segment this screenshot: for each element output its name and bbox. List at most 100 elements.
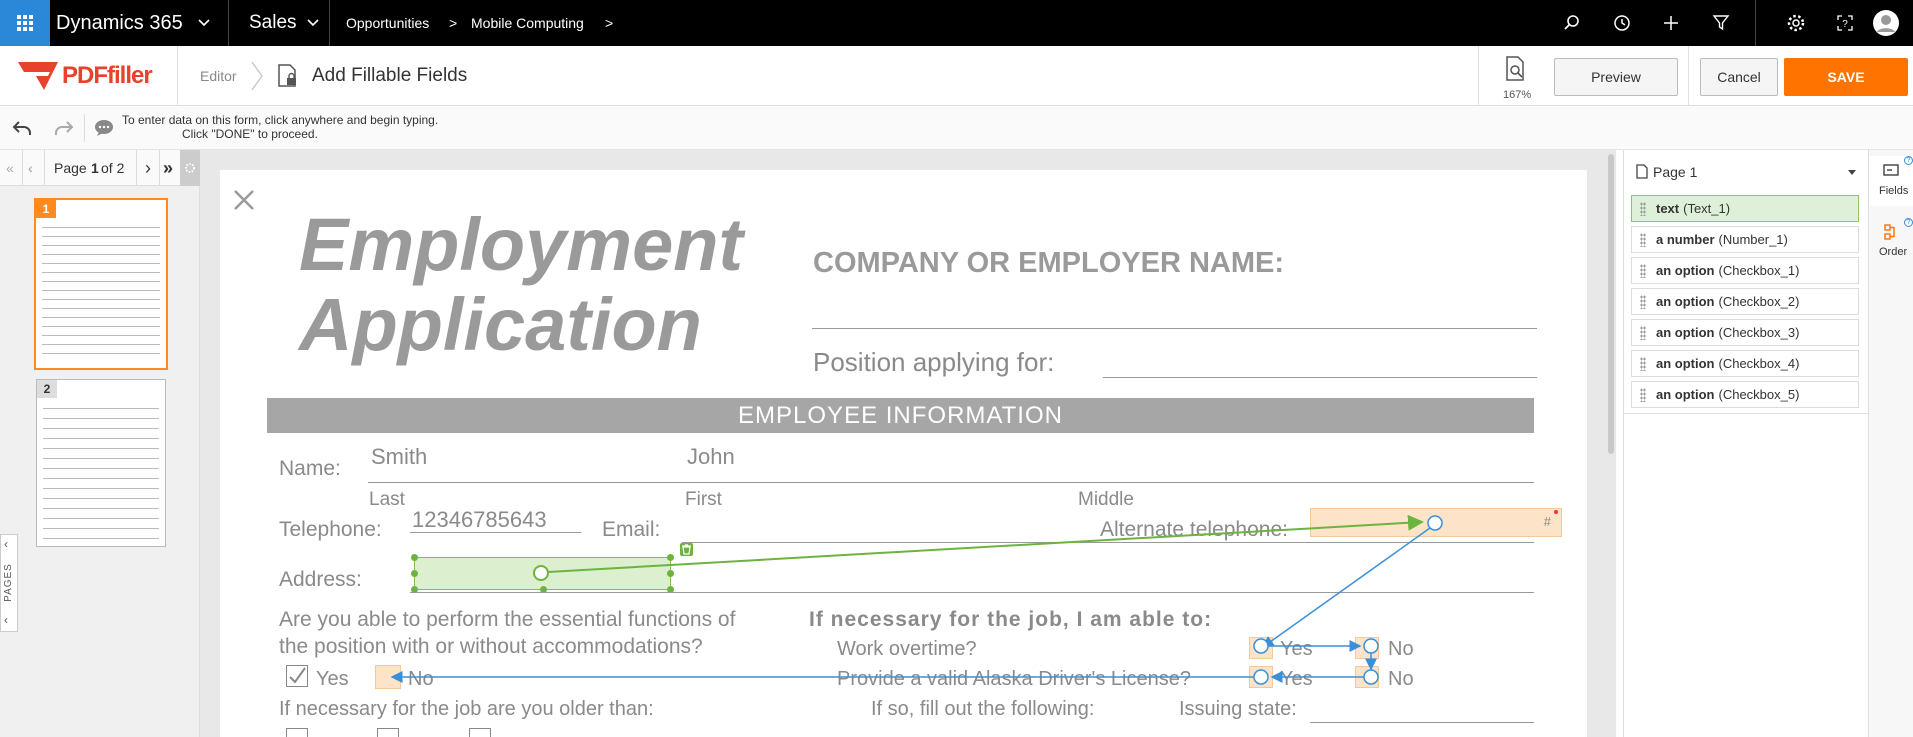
last-page-icon[interactable]: » (163, 150, 173, 186)
chevron-left-icon: ‹ (4, 537, 8, 551)
next-page-icon[interactable]: › (145, 150, 151, 186)
scrollbar[interactable] (1608, 154, 1614, 454)
divider (1478, 46, 1479, 106)
page-total: of 2 (101, 160, 125, 176)
drag-handle-icon[interactable] (1640, 295, 1646, 309)
thumbnail-number: 2 (37, 380, 57, 398)
divider (22, 150, 23, 186)
divider (1624, 413, 1869, 414)
drag-handle-icon[interactable] (1640, 233, 1646, 247)
caret-down-icon[interactable] (1848, 170, 1856, 175)
field-name: (Checkbox_4) (1718, 356, 1800, 371)
thumbnails-panel: 1 2 ‹ PAGES ‹ (0, 150, 200, 737)
document-lock-icon (278, 64, 296, 87)
page-prefix: Page (54, 160, 87, 176)
field-item[interactable]: an option (Checkbox_1) (1631, 257, 1859, 284)
app-name[interactable]: Dynamics 365 (56, 0, 183, 46)
zoom-level: 167% (1503, 89, 1532, 101)
module-name[interactable]: Sales (249, 0, 297, 46)
drag-handle-icon[interactable] (1640, 202, 1646, 216)
top-nav-bar: Dynamics 365 Sales Opportunities > Mobil… (0, 0, 1913, 46)
field-type: an option (1656, 294, 1715, 309)
preview-button[interactable]: Preview (1554, 58, 1678, 96)
page-current[interactable]: 1 (91, 150, 99, 186)
field-name: (Checkbox_5) (1718, 387, 1800, 402)
search-icon[interactable] (1560, 11, 1584, 35)
tab-order-label: Order (1879, 246, 1908, 258)
breadcrumb-record[interactable]: Mobile Computing (471, 0, 584, 46)
drag-handle-icon[interactable] (1640, 357, 1646, 371)
side-tabs: ? Fields ? Order (1868, 150, 1913, 737)
gear-icon[interactable] (1784, 11, 1808, 35)
field-name: (Text_1) (1683, 201, 1731, 216)
drag-handle-icon[interactable] (1640, 264, 1646, 278)
tab-fields[interactable]: ? Fields (1869, 156, 1913, 206)
help-icon[interactable]: ? (1833, 11, 1857, 35)
drag-handle-icon[interactable] (1640, 326, 1646, 340)
divider (1755, 0, 1756, 46)
drag-handle-icon[interactable] (1640, 388, 1646, 402)
editor-toolbar: To enter data on this form, click anywhe… (0, 106, 1913, 150)
fields-panel: Page 1 text (Text_1) a number (Number_1) a… (1623, 150, 1869, 737)
field-name: (Checkbox_2) (1718, 294, 1800, 309)
user-icon[interactable] (1872, 9, 1900, 37)
breadcrumb-opportunities[interactable]: Opportunities (346, 0, 429, 46)
prev-page-icon[interactable]: ‹ (28, 150, 33, 186)
divider (84, 114, 85, 142)
help-icon[interactable]: ? (1904, 218, 1913, 227)
divider (228, 0, 229, 46)
field-type: an option (1656, 356, 1715, 371)
fields-icon (1883, 164, 1899, 176)
divider (177, 46, 178, 106)
history-icon[interactable] (1610, 11, 1634, 35)
tab-order[interactable]: ? Order (1869, 218, 1913, 268)
field-item[interactable]: an option (Checkbox_2) (1631, 288, 1859, 315)
plus-icon[interactable] (1659, 11, 1683, 35)
chevron-down-icon[interactable] (198, 0, 210, 46)
filter-icon[interactable] (1709, 11, 1733, 35)
document-canvas[interactable]: Employment Application COMPANY OR EMPLOY… (200, 150, 1616, 737)
gear-icon[interactable] (180, 150, 200, 186)
undo-icon[interactable] (12, 120, 32, 136)
app-launcher-icon[interactable] (0, 0, 50, 46)
thumbnail-preview (42, 222, 160, 362)
field-type: text (1656, 201, 1680, 216)
tab-order-arrows (390, 514, 1443, 685)
field-name: (Checkbox_3) (1718, 325, 1800, 340)
divider (159, 150, 160, 186)
field-item[interactable]: an option (Checkbox_5) (1631, 381, 1859, 408)
field-item[interactable]: text (Text_1) (1631, 195, 1859, 222)
field-type: a number (1656, 232, 1715, 247)
field-name: (Number_1) (1718, 232, 1788, 247)
chevron-right-icon: > (449, 15, 458, 31)
field-item[interactable]: an option (Checkbox_3) (1631, 319, 1859, 346)
divider (136, 150, 137, 186)
page-icon (1636, 164, 1648, 179)
help-icon[interactable]: ? (1904, 156, 1913, 165)
cancel-button[interactable]: Cancel (1700, 58, 1778, 96)
field-item[interactable]: a number (Number_1) (1631, 226, 1859, 253)
chevron-right-icon (251, 61, 263, 91)
editor-header: PDFfiller Editor Add Fillable Fields 167… (0, 46, 1913, 106)
crumb-editor[interactable]: Editor (200, 68, 237, 84)
thumbnail-preview (43, 402, 159, 540)
save-button[interactable]: SAVE (1784, 58, 1908, 96)
comment-icon (95, 120, 113, 136)
pages-toggle[interactable]: ‹ PAGES ‹ (0, 534, 18, 632)
chevron-down-icon[interactable] (307, 0, 319, 46)
hint-text-line2: Click "DONE" to proceed. (182, 127, 318, 141)
redo-icon[interactable] (54, 120, 74, 136)
zoom-icon[interactable] (1505, 56, 1527, 82)
page-selector-label[interactable]: Page 1 (1653, 164, 1697, 180)
field-type: an option (1656, 325, 1715, 340)
page-thumbnail[interactable]: 1 (34, 198, 168, 370)
first-page-icon[interactable]: « (6, 150, 14, 186)
page-title: Add Fillable Fields (312, 65, 468, 86)
field-item[interactable]: an option (Checkbox_4) (1631, 350, 1859, 377)
pages-label: PAGES (2, 563, 14, 602)
page-navigator: « ‹ Page 1 of 2 › » (0, 150, 200, 186)
page-thumbnail[interactable]: 2 (36, 379, 166, 547)
tab-fields-label: Fields (1879, 185, 1909, 197)
chevron-left-icon: ‹ (4, 613, 8, 627)
divider (44, 150, 45, 186)
